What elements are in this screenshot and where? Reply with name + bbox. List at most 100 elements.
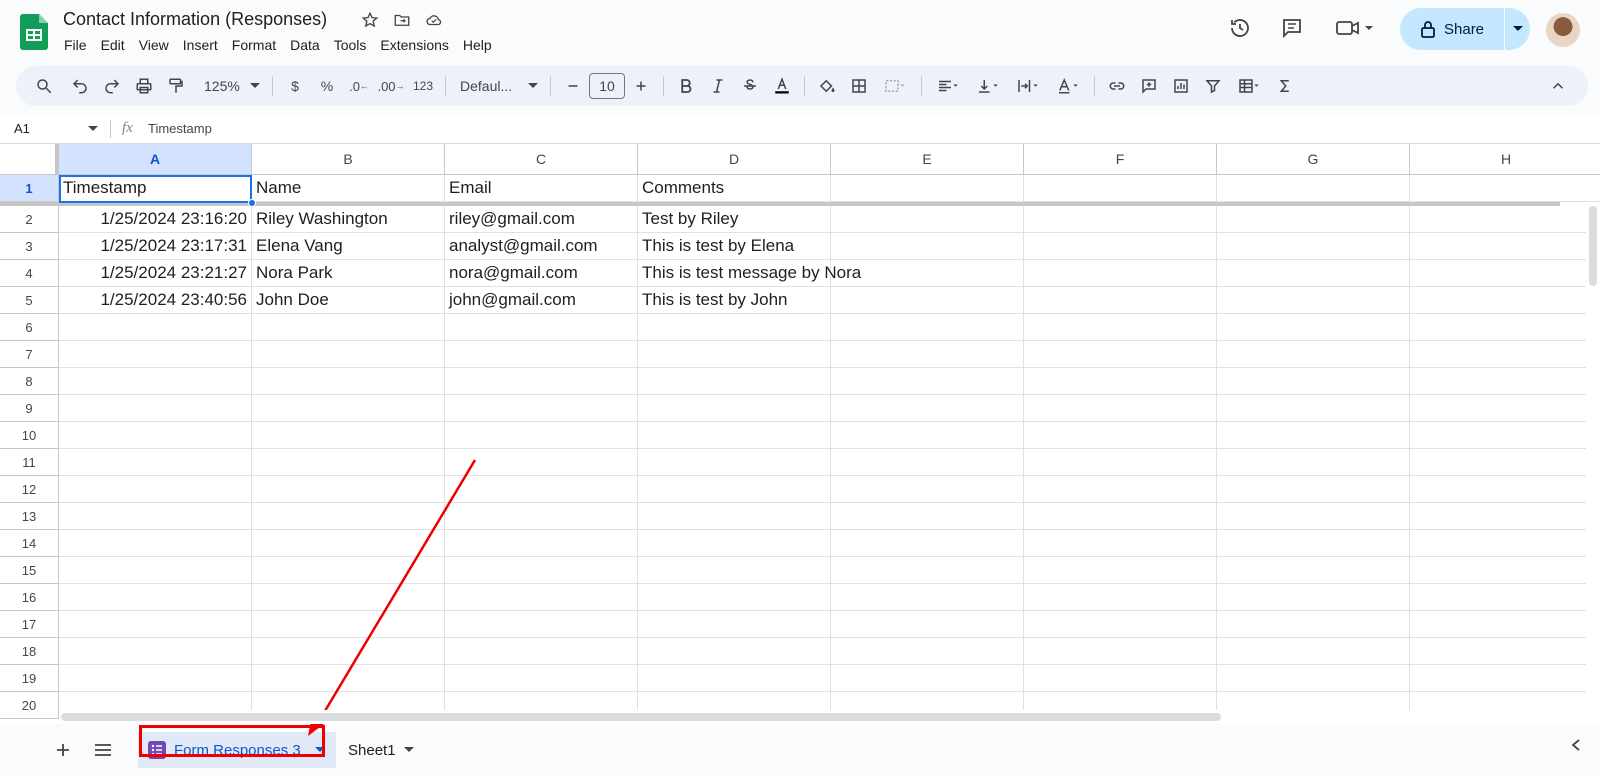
cell-a4[interactable]: 1/25/2024 23:21:27 [59,260,252,287]
cell-d4[interactable]: This is test message by Nora [638,260,861,287]
cell-d18[interactable] [638,638,831,665]
cell-a2[interactable]: 1/25/2024 23:16:20 [59,206,252,233]
cell-e15[interactable] [831,557,1024,584]
column-header-e[interactable]: E [831,144,1024,175]
cell-f12[interactable] [1024,476,1217,503]
cell-g11[interactable] [1217,449,1410,476]
cell-e8[interactable] [831,368,1024,395]
cell-a14[interactable] [59,530,252,557]
share-dropdown[interactable] [1505,8,1530,50]
table-icon[interactable] [1231,72,1267,100]
cell-e18[interactable] [831,638,1024,665]
menu-help[interactable]: Help [456,35,499,55]
collapse-icon[interactable] [1544,72,1572,100]
cell-g1[interactable] [1217,175,1410,202]
cell-f9[interactable] [1024,395,1217,422]
cell-h14[interactable] [1410,530,1600,557]
row-header-17[interactable]: 17 [0,611,59,638]
cell-h11[interactable] [1410,449,1600,476]
paint-format-icon[interactable] [162,72,190,100]
cloud-saved-icon[interactable] [424,10,444,30]
row-header-9[interactable]: 9 [0,395,59,422]
italic-icon[interactable] [704,72,732,100]
cell-e5[interactable] [831,287,1024,314]
cell-g17[interactable] [1217,611,1410,638]
cell-a5[interactable]: 1/25/2024 23:40:56 [59,287,252,314]
cell-b16[interactable] [252,584,445,611]
cell-f13[interactable] [1024,503,1217,530]
cell-c10[interactable] [445,422,638,449]
cell-e1[interactable] [831,175,1024,202]
cell-b1[interactable]: Name [252,175,445,202]
sum-icon[interactable] [1271,72,1299,100]
merge-icon[interactable] [877,72,913,100]
cell-g9[interactable] [1217,395,1410,422]
column-header-b[interactable]: B [252,144,445,175]
row-header-4[interactable]: 4 [0,260,59,287]
cell-g14[interactable] [1217,530,1410,557]
cell-g15[interactable] [1217,557,1410,584]
cell-h6[interactable] [1410,314,1600,341]
cell-a13[interactable] [59,503,252,530]
cell-f1[interactable] [1024,175,1217,202]
cell-b4[interactable]: Nora Park [252,260,445,287]
cell-f11[interactable] [1024,449,1217,476]
cell-f5[interactable] [1024,287,1217,314]
cell-h12[interactable] [1410,476,1600,503]
cell-h4[interactable] [1410,260,1600,287]
fill-color-icon[interactable] [813,72,841,100]
cell-g16[interactable] [1217,584,1410,611]
menu-insert[interactable]: Insert [176,35,225,55]
undo-icon[interactable] [66,72,94,100]
cell-d2[interactable]: Test by Riley [638,206,831,233]
cell-c5[interactable]: john@gmail.com [445,287,638,314]
cell-b12[interactable] [252,476,445,503]
cell-g10[interactable] [1217,422,1410,449]
document-title[interactable]: Contact Information (Responses) [63,9,327,30]
redo-icon[interactable] [98,72,126,100]
cell-h5[interactable] [1410,287,1600,314]
move-folder-icon[interactable] [392,10,412,30]
share-button[interactable]: Share [1400,8,1504,50]
cell-d9[interactable] [638,395,831,422]
cell-f15[interactable] [1024,557,1217,584]
cell-b19[interactable] [252,665,445,692]
cell-c3[interactable]: analyst@gmail.com [445,233,638,260]
cell-d16[interactable] [638,584,831,611]
name-box[interactable]: A1 [14,121,98,136]
cell-h9[interactable] [1410,395,1600,422]
cell-e12[interactable] [831,476,1024,503]
cell-a3[interactable]: 1/25/2024 23:17:31 [59,233,252,260]
cell-g5[interactable] [1217,287,1410,314]
cell-a19[interactable] [59,665,252,692]
cell-h3[interactable] [1410,233,1600,260]
row-header-18[interactable]: 18 [0,638,59,665]
row-header-7[interactable]: 7 [0,341,59,368]
cell-c7[interactable] [445,341,638,368]
cell-a15[interactable] [59,557,252,584]
cell-e9[interactable] [831,395,1024,422]
cell-c13[interactable] [445,503,638,530]
menu-file[interactable]: File [57,35,94,55]
cell-b5[interactable]: John Doe [252,287,445,314]
cell-g4[interactable] [1217,260,1410,287]
cell-h10[interactable] [1410,422,1600,449]
add-comment-icon[interactable] [1135,72,1163,100]
cell-f7[interactable] [1024,341,1217,368]
cell-g8[interactable] [1217,368,1410,395]
cell-b3[interactable]: Elena Vang [252,233,445,260]
menu-data[interactable]: Data [283,35,327,55]
comment-icon[interactable] [1278,14,1306,42]
cell-h1[interactable] [1410,175,1600,202]
wrap-icon[interactable] [1010,72,1046,100]
cell-e11[interactable] [831,449,1024,476]
cell-b14[interactable] [252,530,445,557]
row-header-3[interactable]: 3 [0,233,59,260]
increase-decimal-button[interactable]: .00 → [377,72,405,100]
decrease-decimal-button[interactable]: .0 ← [345,72,373,100]
font-size-decrease[interactable] [559,72,587,100]
more-formats-button[interactable]: 123 [409,72,437,100]
cell-d8[interactable] [638,368,831,395]
valign-icon[interactable] [970,72,1006,100]
cell-f2[interactable] [1024,206,1217,233]
